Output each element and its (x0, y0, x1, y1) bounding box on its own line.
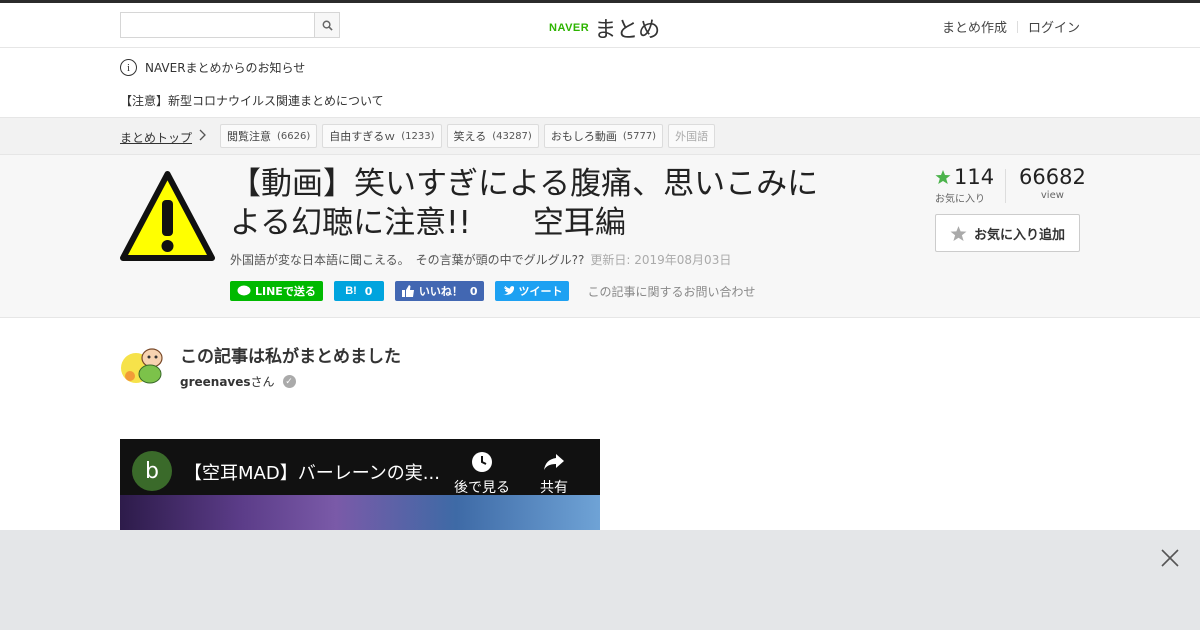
chevron-right-icon (198, 129, 206, 144)
watch-later-label: 後で見る (454, 480, 510, 496)
article-description: 外国語が変な日本語に聞こえる。 その言葉が頭の中でグルグル?? 更新日: 2019… (230, 251, 731, 268)
create-matome-link[interactable]: まとめ作成 (942, 17, 1007, 36)
tag-item[interactable]: 自由すぎるｗ (1233) (322, 124, 442, 148)
avatar[interactable] (120, 344, 166, 390)
share-bar: LINEで送る B! 0 いいね！ 0 ツイート この記事に関するお問い合わせ (230, 281, 756, 301)
tweet-button[interactable]: ツイート (495, 281, 570, 301)
video-title[interactable]: 【空耳MAD】バーレーンの実... (184, 459, 440, 485)
tag-list: 閲覧注意 (6626) 自由すぎるｗ (1233) 笑える (43287) おもしろ動… (220, 124, 720, 148)
view-count: 66682 (1019, 165, 1086, 189)
search-button[interactable] (314, 13, 339, 37)
notice-panel: i NAVERまとめからのお知らせ 【注意】新型コロナウイルス関連まとめについて (0, 48, 1200, 118)
info-icon: i (120, 59, 137, 76)
hatena-bookmark-button[interactable]: B! 0 (333, 281, 384, 301)
notice-link[interactable]: 【注意】新型コロナウイルス関連まとめについて (120, 92, 384, 109)
search-box (120, 12, 340, 38)
search-icon (322, 20, 333, 31)
video-share-button[interactable]: 共有 (540, 451, 568, 497)
article-stats: 114 お気に入り 66682 view (935, 165, 1086, 205)
header-divider (1016, 20, 1018, 33)
share-icon (544, 454, 564, 470)
clock-icon (472, 452, 492, 472)
video-frame (120, 495, 600, 530)
tag-item[interactable]: 笑える (43287) (446, 124, 539, 148)
article-thumbnail (120, 170, 215, 265)
tag-item[interactable]: 外国語 (668, 124, 716, 148)
notice-heading: i NAVERまとめからのお知らせ (120, 59, 305, 76)
logo-naver: NAVER (549, 22, 590, 34)
youtube-embed[interactable]: b 【空耳MAD】バーレーンの実... 後で見る 共有 (120, 439, 600, 530)
logo-matome: まとめ (594, 18, 661, 43)
ad-banner (0, 530, 1200, 630)
article-header: 【動画】笑いすぎによる腹痛、思いこみによる幻聴に注意!! 空耳編 外国語が変な日… (0, 155, 1200, 318)
updated-date: 更新日: 2019年08月03日 (590, 253, 732, 267)
breadcrumb-top-link[interactable]: まとめトップ (120, 129, 192, 146)
header-links: まとめ作成 ログイン (942, 17, 1080, 36)
stat-divider (1005, 169, 1006, 203)
star-icon (935, 170, 951, 184)
site-header: NAVER まとめ まとめ作成 ログイン (0, 3, 1200, 48)
site-logo[interactable]: NAVER まとめ (549, 12, 660, 44)
view-stat: 66682 view (1019, 165, 1086, 205)
tag-item[interactable]: 閲覧注意 (6626) (220, 124, 318, 148)
share-label: 共有 (540, 480, 568, 496)
author-heading: この記事は私がまとめました (180, 347, 401, 367)
login-link[interactable]: ログイン (1028, 17, 1080, 36)
favorite-count: 114 (954, 165, 995, 189)
author-suffix: さん (250, 375, 275, 389)
contact-link[interactable]: この記事に関するお問い合わせ (587, 283, 755, 300)
line-share-button[interactable]: LINEで送る (230, 281, 323, 301)
tag-item[interactable]: おもしろ動画 (5777) (543, 124, 664, 148)
author-name: greenaves さん ✓ (180, 373, 296, 390)
line-icon (237, 285, 251, 296)
search-input[interactable] (121, 13, 314, 37)
view-label: view (1040, 190, 1064, 201)
watch-later-button[interactable]: 後で見る (454, 451, 510, 497)
add-favorite-button[interactable]: お気に入り追加 (935, 214, 1080, 252)
author-section: この記事は私がまとめました greenaves さん ✓ (0, 318, 1200, 438)
facebook-like-button[interactable]: いいね！ 0 (394, 281, 485, 301)
author-name-link[interactable]: greenaves (180, 375, 251, 389)
favorite-label: お気に入り (935, 194, 985, 205)
article-title: 【動画】笑いすぎによる腹痛、思いこみによる幻聴に注意!! 空耳編 (230, 166, 819, 241)
channel-avatar[interactable]: b (132, 451, 172, 491)
thumbs-up-icon (401, 285, 414, 297)
twitter-icon (502, 286, 515, 295)
favorite-stat: 114 お気に入り (935, 165, 1005, 205)
article-description-text: 外国語が変な日本語に聞こえる。 その言葉が頭の中でグルグル?? (230, 253, 585, 267)
verified-icon: ✓ (282, 375, 296, 388)
star-icon (950, 225, 967, 241)
notice-heading-text: NAVERまとめからのお知らせ (145, 61, 306, 75)
breadcrumb: まとめトップ 閲覧注意 (6626) 自由すぎるｗ (1233) 笑える (43287… (0, 118, 1200, 155)
close-icon[interactable] (1160, 548, 1180, 568)
warning-icon (120, 171, 215, 261)
hatena-icon: B! (345, 285, 357, 297)
